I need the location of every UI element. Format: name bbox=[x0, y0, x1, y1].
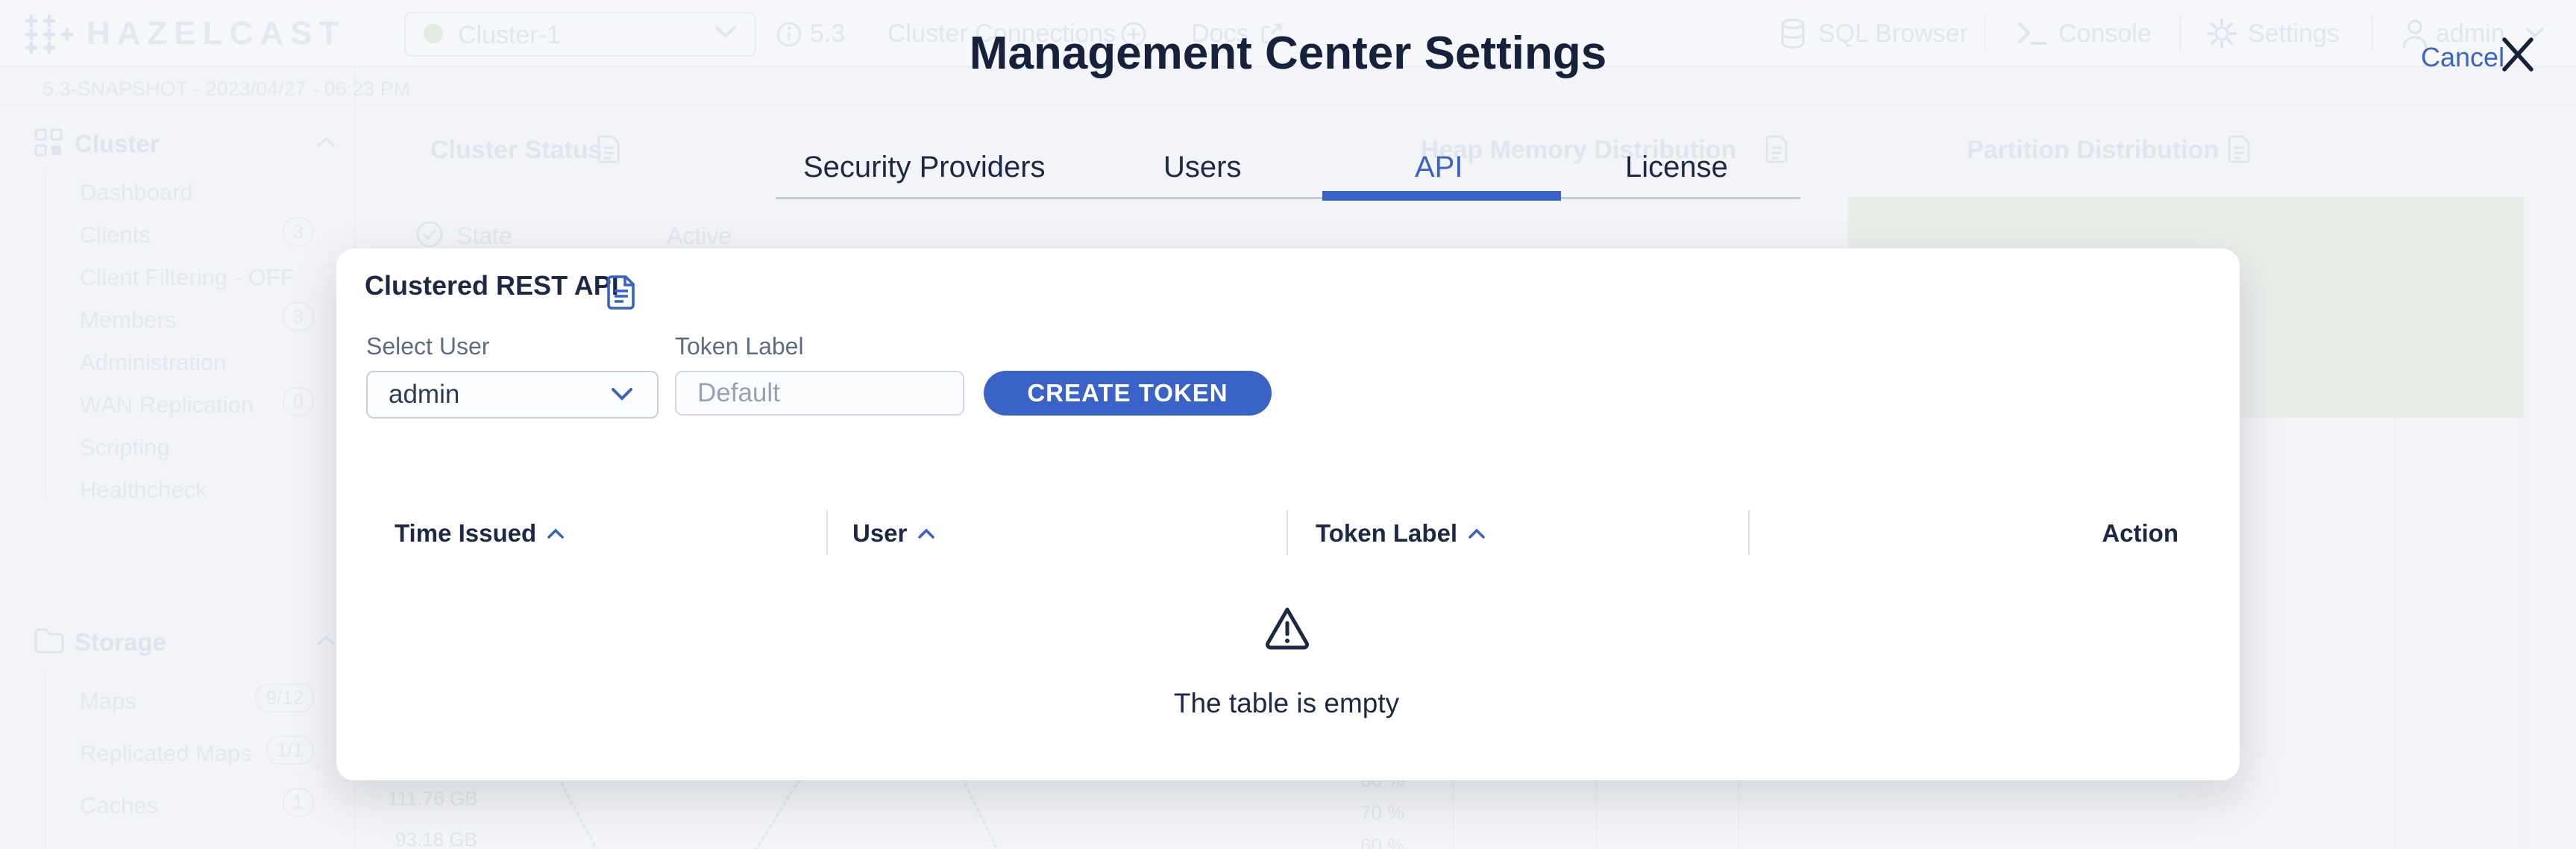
build-info: 5.3-SNAPSHOT - 2023/04/27 - 06:23 PM bbox=[43, 78, 411, 100]
state-value: Active bbox=[667, 222, 732, 249]
hazelcast-logo-icon bbox=[25, 13, 75, 55]
cluster-selector bbox=[404, 12, 756, 57]
nav-settings: Settings bbox=[2248, 19, 2340, 48]
sidebar-item-maps: Maps 9/12 bbox=[80, 683, 333, 715]
axis-label: 93.18 GB bbox=[395, 828, 477, 849]
gridline bbox=[2394, 418, 2396, 849]
chevron-down-icon bbox=[714, 25, 737, 39]
tab-security-providers[interactable]: Security Providers bbox=[803, 151, 1046, 184]
column-divider bbox=[826, 510, 828, 555]
sort-caret-icon bbox=[1468, 517, 1486, 545]
select-user-label: Select User bbox=[366, 333, 490, 360]
sidebar-group-cluster: Cluster bbox=[75, 130, 160, 157]
sidebar-item-dashboard: Dashboard bbox=[80, 179, 193, 205]
cluster-selector-value: Cluster-1 bbox=[458, 21, 561, 49]
column-header-user[interactable]: User bbox=[852, 519, 935, 548]
document-icon bbox=[597, 134, 622, 164]
sidebar-item-healthcheck: Healthcheck bbox=[80, 477, 207, 503]
column-header-time-issued[interactable]: Time Issued bbox=[395, 519, 565, 548]
nav-sql-browser: SQL Browser bbox=[1818, 19, 1968, 48]
state-label: State bbox=[456, 222, 512, 249]
management-center-settings-screen: HAZELCAST Cluster-1 5.3 Cluster Connecti… bbox=[0, 0, 2576, 849]
empty-table-message: The table is empty bbox=[1173, 688, 1400, 718]
sidebar-item-members: Members 3 bbox=[80, 302, 333, 333]
column-divider bbox=[1287, 510, 1288, 555]
column-header-action: Action bbox=[2102, 519, 2178, 547]
grid-icon bbox=[33, 127, 64, 158]
check-circle-icon bbox=[415, 219, 444, 249]
sidebar-item-clients: Clients 3 bbox=[80, 217, 333, 248]
tab-license[interactable]: License bbox=[1625, 151, 1728, 184]
tab-underline bbox=[776, 197, 1800, 199]
tab-users[interactable]: Users bbox=[1163, 151, 1241, 184]
sidebar-item-caches: Caches 1 bbox=[80, 788, 333, 819]
warning-triangle-icon bbox=[1263, 604, 1312, 651]
document-icon[interactable] bbox=[606, 275, 637, 310]
close-icon[interactable] bbox=[2500, 36, 2536, 73]
section-title-cluster-status: Cluster Status bbox=[430, 136, 603, 164]
count-badge: 9/12 bbox=[255, 683, 314, 712]
sidebar-indent-line bbox=[45, 671, 46, 849]
axis-label: 70 % bbox=[1360, 801, 1405, 824]
sort-caret-icon bbox=[917, 517, 935, 545]
terminal-icon bbox=[2017, 19, 2048, 48]
divider bbox=[2179, 15, 2181, 51]
axis-label: 111.76 GB bbox=[388, 787, 478, 809]
divider bbox=[1985, 15, 1986, 51]
column-header-token-label[interactable]: Token Label bbox=[1316, 519, 1486, 548]
token-label-input[interactable] bbox=[675, 371, 964, 416]
gridline bbox=[1738, 780, 1739, 849]
document-icon bbox=[1765, 134, 1790, 164]
cancel-button[interactable]: Cancel bbox=[2421, 42, 2504, 73]
create-token-button[interactable]: CREATE TOKEN bbox=[984, 371, 1272, 416]
content-right-border bbox=[2523, 197, 2525, 849]
chevron-down-icon bbox=[610, 386, 634, 401]
folder-icon bbox=[33, 627, 66, 655]
column-divider bbox=[1748, 510, 1750, 555]
divider bbox=[2372, 15, 2373, 51]
sidebar-indent-line bbox=[45, 170, 46, 498]
gridline bbox=[1453, 780, 1454, 849]
token-label-label: Token Label bbox=[675, 333, 804, 360]
chevron-up-icon bbox=[316, 136, 336, 148]
card-heading: Clustered REST API bbox=[365, 270, 619, 301]
count-badge: 0 bbox=[282, 387, 314, 416]
gear-icon bbox=[2206, 18, 2237, 49]
chevron-up-icon bbox=[316, 634, 336, 646]
sidebar-item-scripting: Scripting bbox=[80, 434, 170, 460]
tab-api[interactable]: API bbox=[1415, 151, 1463, 184]
active-tab-indicator bbox=[1322, 191, 1561, 201]
document-icon bbox=[2227, 134, 2252, 164]
gridline bbox=[1596, 780, 1598, 849]
sidebar-item-replicated-maps: Replicated Maps 1/1 bbox=[80, 736, 333, 767]
sidebar-item-administration: Administration bbox=[80, 349, 227, 375]
sidebar-item-wan-replication: WAN Replication 0 bbox=[80, 387, 333, 419]
brand-wordmark: HAZELCAST bbox=[87, 15, 346, 51]
nav-console: Console bbox=[2058, 19, 2152, 48]
sidebar-item-client-filtering: Client Filtering - OFF bbox=[80, 264, 295, 290]
section-title-partition-distribution: Partition Distribution bbox=[1967, 136, 2220, 164]
count-badge: 1 bbox=[282, 788, 314, 817]
count-badge: 1/1 bbox=[266, 736, 314, 765]
axis-label: 60 % bbox=[1360, 834, 1405, 849]
select-user-value: admin bbox=[389, 380, 460, 409]
sort-caret-icon bbox=[547, 517, 565, 545]
sidebar-group-storage: Storage bbox=[75, 628, 166, 656]
count-badge: 3 bbox=[282, 302, 314, 331]
count-badge: 3 bbox=[282, 217, 314, 246]
modal-title: Management Center Settings bbox=[969, 28, 1607, 79]
cluster-health-dot bbox=[424, 24, 443, 43]
